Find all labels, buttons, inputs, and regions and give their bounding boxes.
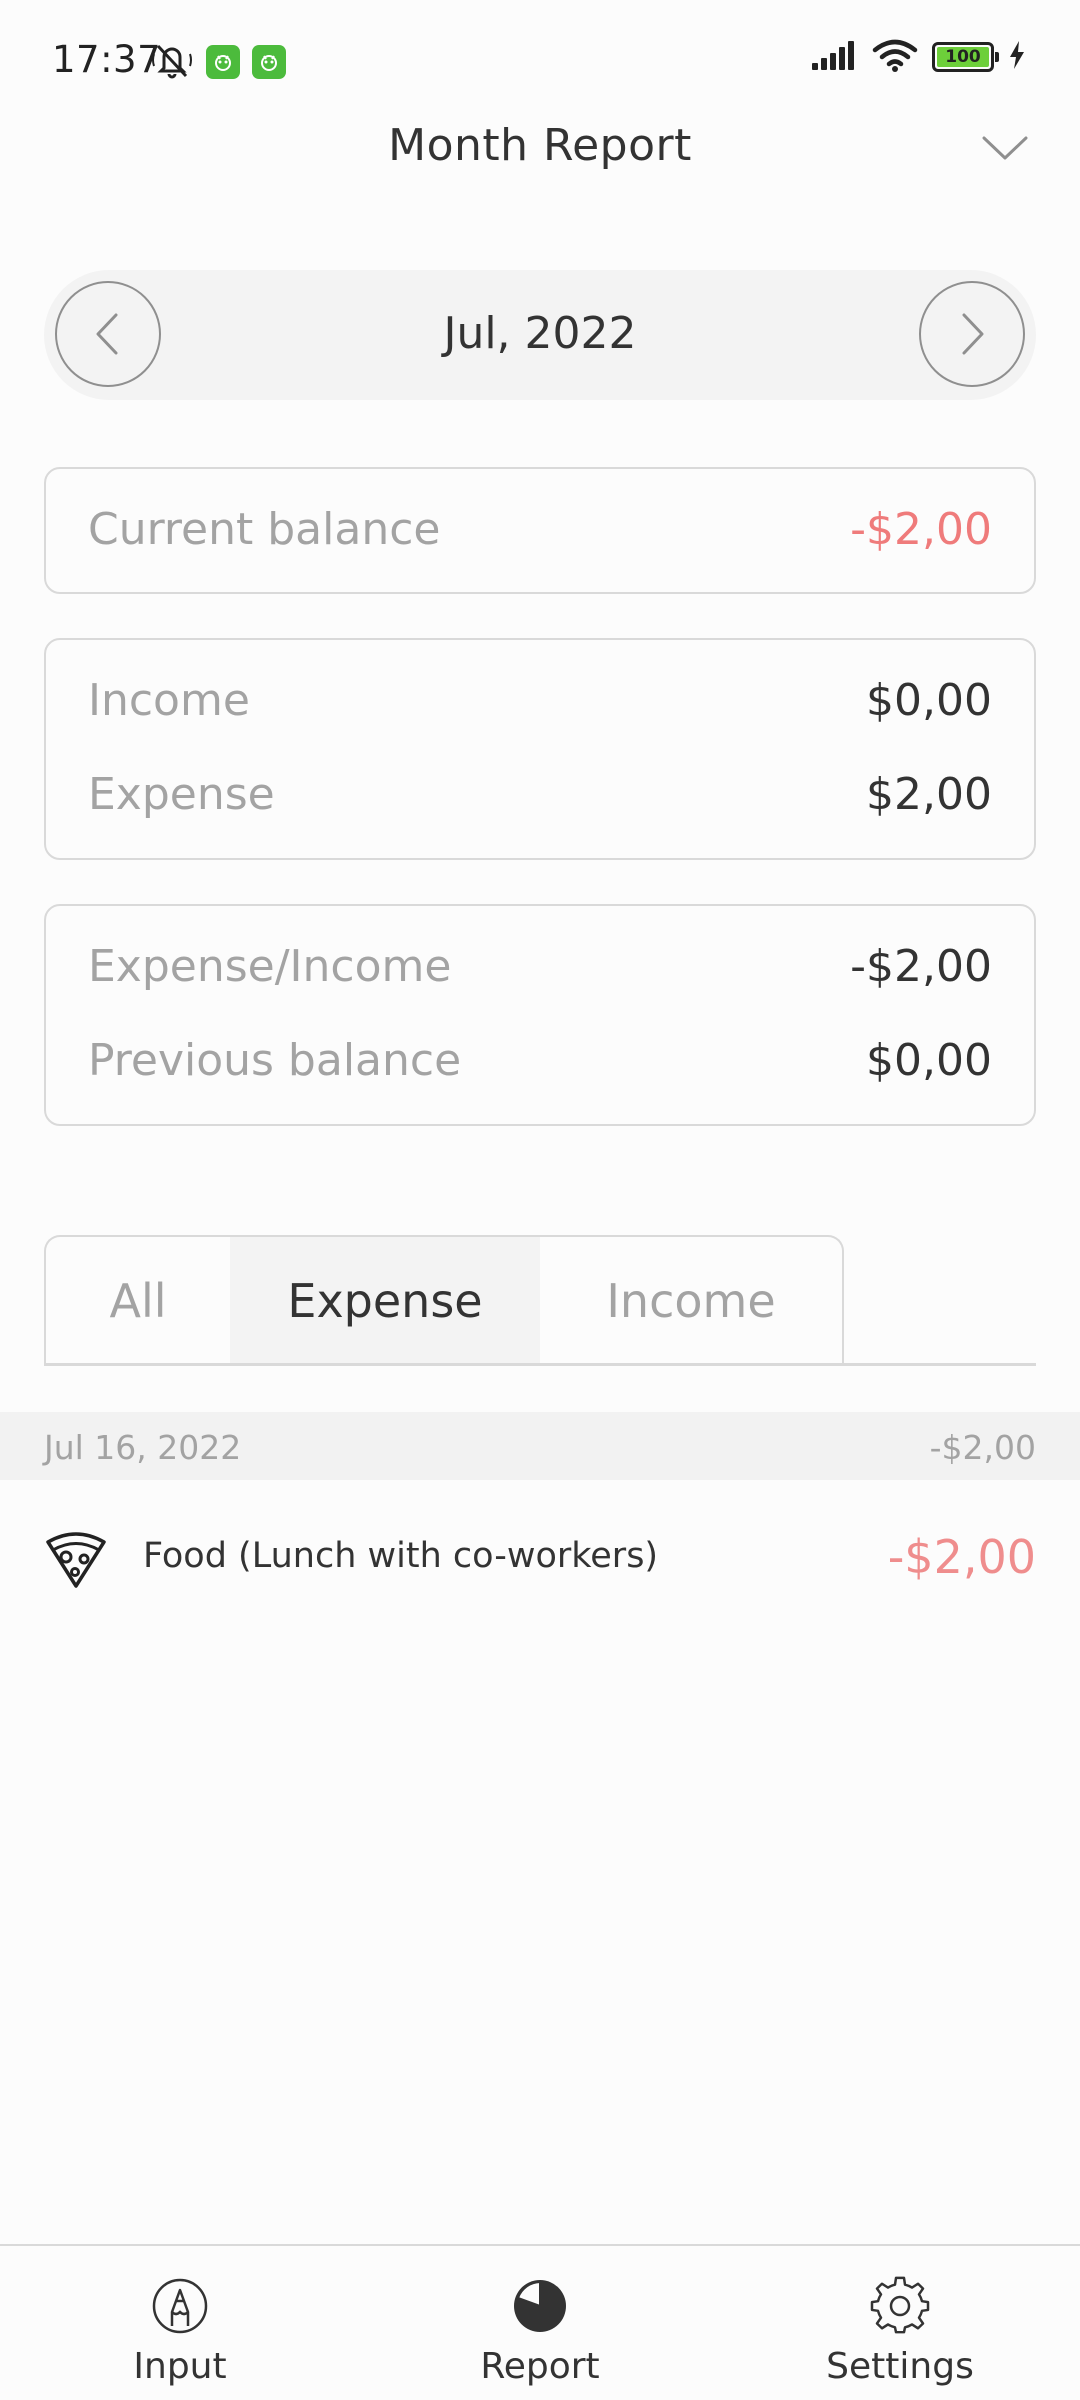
ratio-card: Expense/Income -$2,00 Previous balance $… xyxy=(44,904,1036,1126)
tabs-divider xyxy=(44,1363,1036,1366)
nav-input[interactable]: Input xyxy=(60,2246,300,2400)
previous-balance-value: $0,00 xyxy=(866,1035,992,1086)
page-title: Month Report xyxy=(388,120,692,171)
current-balance-card: Current balance -$2,00 xyxy=(44,467,1036,594)
tab-all[interactable]: All xyxy=(46,1237,230,1365)
app-notification-icon xyxy=(252,45,286,79)
header: Month Report xyxy=(0,110,1080,190)
status-bar: 17:37 100 xyxy=(0,0,1080,120)
expense-income-value: -$2,00 xyxy=(850,941,992,992)
current-balance-row: Current balance -$2,00 xyxy=(88,504,992,555)
pizza-icon xyxy=(44,1528,108,1588)
date-group-date: Jul 16, 2022 xyxy=(44,1428,242,1467)
pie-chart-icon xyxy=(510,2276,570,2336)
transaction-amount: -$2,00 xyxy=(887,1530,1036,1584)
nav-settings-label: Settings xyxy=(826,2346,974,2387)
report-type-dropdown[interactable] xyxy=(980,128,1030,168)
battery-icon: 100 xyxy=(932,42,999,72)
charging-icon xyxy=(1008,40,1026,74)
transaction-filter-tabs: All Expense Income xyxy=(44,1235,844,1365)
status-right-icons: 100 xyxy=(810,38,1026,76)
wifi-icon xyxy=(872,38,918,76)
signal-icon xyxy=(810,39,858,75)
income-value: $0,00 xyxy=(866,675,992,726)
month-navigator: Jul, 2022 xyxy=(44,270,1036,400)
nav-settings[interactable]: Settings xyxy=(780,2246,1020,2400)
app-notification-icon xyxy=(206,45,240,79)
gear-icon xyxy=(870,2276,930,2336)
bottom-navigation: Input Report Settings xyxy=(0,2244,1080,2400)
current-balance-label: Current balance xyxy=(88,504,441,555)
pencil-circle-icon xyxy=(150,2276,210,2336)
income-label: Income xyxy=(88,675,250,726)
month-report-screen: 17:37 100 Month Report Jul, 2022 Current… xyxy=(0,0,1080,2400)
next-month-button[interactable] xyxy=(919,281,1025,387)
expense-income-label: Expense/Income xyxy=(88,941,452,992)
nav-report-label: Report xyxy=(480,2346,600,2387)
date-group-total: -$2,00 xyxy=(929,1428,1036,1467)
status-time: 17:37 xyxy=(52,38,162,81)
transaction-item[interactable]: Food (Lunch with co-workers) -$2,00 xyxy=(0,1500,1080,1615)
tab-income[interactable]: Income xyxy=(540,1237,842,1365)
expense-label: Expense xyxy=(88,769,275,820)
chevron-down-icon xyxy=(982,136,1028,160)
current-balance-value: -$2,00 xyxy=(850,504,992,555)
bell-muted-icon xyxy=(150,40,194,84)
battery-tip xyxy=(995,52,999,62)
transaction-description: Food (Lunch with co-workers) xyxy=(143,1536,659,1576)
date-group-header: Jul 16, 2022 -$2,00 xyxy=(0,1412,1080,1480)
income-expense-card: Income $0,00 Expense $2,00 xyxy=(44,638,1036,860)
income-row: Income $0,00 xyxy=(88,675,992,726)
nav-report[interactable]: Report xyxy=(420,2246,660,2400)
status-left-icons xyxy=(150,40,286,84)
expense-row: Expense $2,00 xyxy=(88,769,992,820)
previous-balance-row: Previous balance $0,00 xyxy=(88,1035,992,1086)
battery-level: 100 xyxy=(937,47,989,67)
previous-balance-label: Previous balance xyxy=(88,1035,462,1086)
expense-value: $2,00 xyxy=(866,769,992,820)
expense-income-row: Expense/Income -$2,00 xyxy=(88,941,992,992)
nav-input-label: Input xyxy=(133,2346,227,2387)
chevron-right-icon xyxy=(962,313,984,355)
tab-expense[interactable]: Expense xyxy=(230,1237,540,1365)
month-label: Jul, 2022 xyxy=(443,308,637,359)
